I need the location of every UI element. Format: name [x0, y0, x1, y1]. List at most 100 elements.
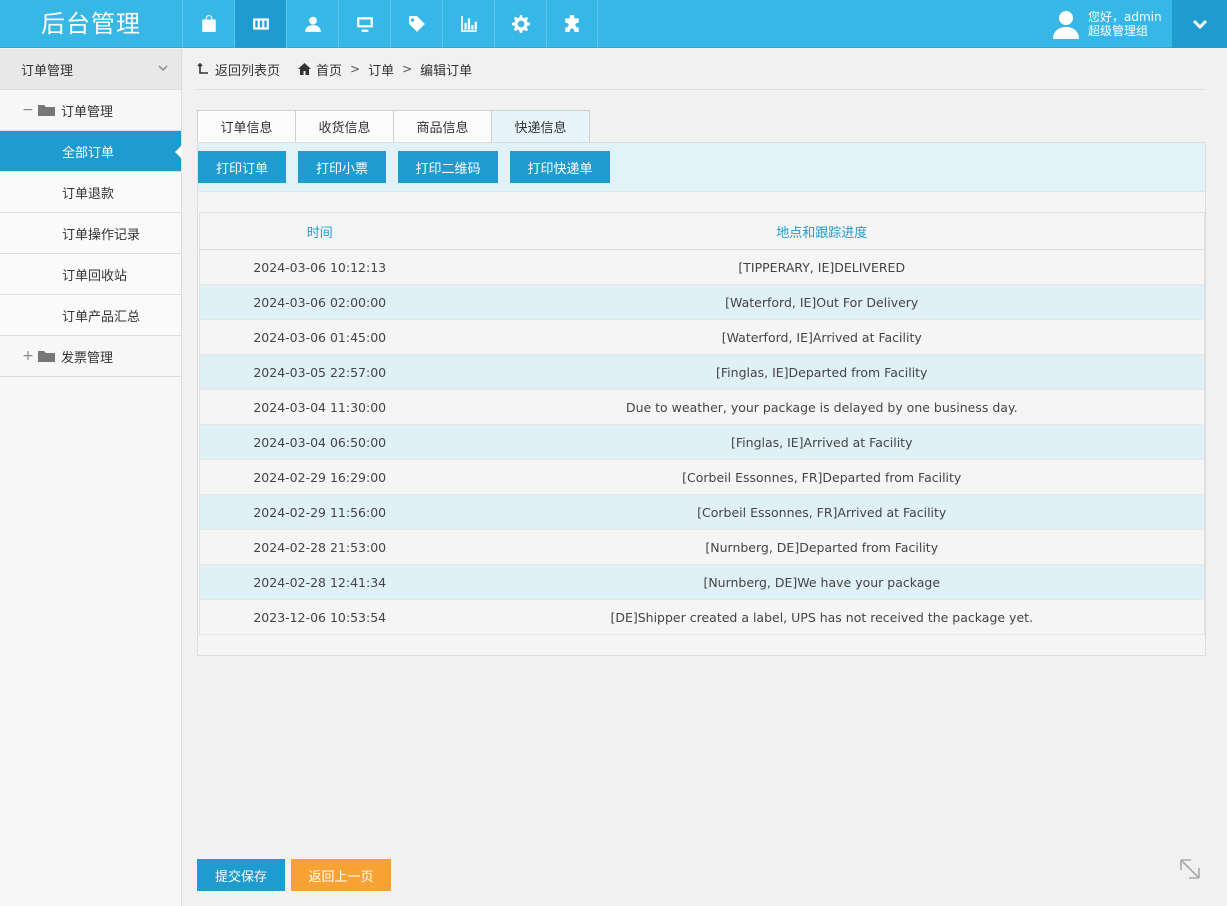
sidebar-group-label: 订单管理 [61, 104, 114, 120]
monitor-icon [356, 17, 373, 32]
nav-item-users[interactable] [286, 0, 338, 48]
top-bar: 后台管理 您好，admin 超级管理组 [0, 0, 1227, 48]
breadcrumb-orders[interactable]: 订单 [368, 60, 394, 79]
tracking-event-cell: [Waterford, IE]Out For Delivery [439, 284, 1205, 320]
user-greeting: 您好，admin [1088, 10, 1162, 24]
nav-item-stats[interactable] [442, 0, 494, 48]
table-row: 2023-12-06 10:53:54 [DE]Shipper created a… [199, 599, 1205, 635]
sidebar-item-recycle-bin[interactable]: 订单回收站 [0, 254, 181, 295]
tracking-event-cell: [Corbeil Essonnes, FR]Departed from Faci… [439, 459, 1205, 495]
folder-icon [38, 104, 55, 116]
table-row: 2024-03-06 10:12:13 [TIPPERARY, IE]DELIVE… [199, 249, 1205, 285]
tracking-time-cell: 2024-03-06 10:12:13 [199, 249, 440, 285]
sidebar-item-all-orders[interactable]: 全部订单 [0, 131, 182, 172]
user-icon [304, 16, 321, 32]
tracking-time-cell: 2024-02-29 16:29:00 [199, 459, 440, 495]
collapse-icon: − [22, 102, 34, 118]
print-express-button[interactable]: 打印快递单 [510, 151, 610, 183]
tracking-event-cell: [Nurnberg, DE]Departed from Facility [439, 529, 1205, 565]
breadcrumb-home[interactable]: 首页 [298, 60, 342, 79]
table-row: 2024-03-04 11:30:00 Due to weather, your … [199, 389, 1205, 425]
footer-actions: 提交保存 返回上一页 [197, 859, 391, 891]
tracking-event-cell: [DE]Shipper created a label, UPS has not… [439, 599, 1205, 635]
nav-item-orders[interactable] [234, 0, 286, 48]
nav-item-tags[interactable] [390, 0, 442, 48]
bar-chart-icon [460, 16, 477, 32]
tracking-time-cell: 2023-12-06 10:53:54 [199, 599, 440, 635]
tab-bar: 订单信息 收货信息 商品信息 快递信息 [197, 110, 590, 142]
tab-shipping-info[interactable]: 收货信息 [295, 110, 394, 142]
breadcrumb: 返回列表页 首页 > 订单 > 编辑订单 [197, 49, 1205, 90]
nav-item-plugins[interactable] [546, 0, 598, 48]
tracking-event-cell: Due to weather, your package is delayed … [439, 389, 1205, 425]
table-header-row: 时间 地点和跟踪进度 [199, 212, 1205, 250]
sidebar: 订单管理 − 订单管理 全部订单 订单退款 订单操作记录 订单回收站 订单产品汇… [0, 49, 182, 906]
sidebar-header[interactable]: 订单管理 [0, 49, 181, 90]
sidebar-group-orders[interactable]: − 订单管理 [0, 90, 181, 131]
table-row: 2024-03-04 06:50:00 [Finglas, IE]Arrived … [199, 424, 1205, 460]
tab-order-info[interactable]: 订单信息 [197, 110, 296, 142]
user-role: 超级管理组 [1088, 24, 1149, 38]
table-row: 2024-03-05 22:57:00 [Finglas, IE]Departed… [199, 354, 1205, 390]
resize-icon[interactable] [1178, 857, 1202, 881]
back-to-list-link[interactable]: 返回列表页 [197, 60, 280, 79]
nav-item-shop[interactable] [182, 0, 234, 48]
column-header-location: 地点和跟踪进度 [439, 212, 1205, 250]
chevron-right-icon: > [402, 62, 413, 76]
chevron-down-icon [157, 62, 169, 74]
tracking-event-cell: [Finglas, IE]Arrived at Facility [439, 424, 1205, 460]
tracking-time-cell: 2024-02-28 21:53:00 [199, 529, 440, 565]
tab-product-info[interactable]: 商品信息 [393, 110, 492, 142]
tracking-time-cell: 2024-03-04 11:30:00 [199, 389, 440, 425]
tracking-time-cell: 2024-03-06 01:45:00 [199, 319, 440, 355]
tracking-event-cell: [Waterford, IE]Arrived at Facility [439, 319, 1205, 355]
print-receipt-button[interactable]: 打印小票 [298, 151, 386, 183]
table-row: 2024-02-29 16:29:00 [Corbeil Essonnes, FR… [199, 459, 1205, 495]
tracking-table: 时间 地点和跟踪进度 2024-03-06 10:12:13 [TIPPERARY… [199, 212, 1205, 635]
top-nav [182, 0, 598, 48]
gear-icon [511, 15, 530, 33]
tracking-event-cell: [Nurnberg, DE]We have your package [439, 564, 1205, 600]
tracking-event-cell: [Corbeil Essonnes, FR]Arrived at Facilit… [439, 494, 1205, 530]
sidebar-item-product-summary[interactable]: 订单产品汇总 [0, 295, 181, 336]
express-panel: 打印订单 打印小票 打印二维码 打印快递单 时间 地点和跟踪进度 2024-03… [197, 142, 1206, 656]
tracking-event-cell: [Finglas, IE]Departed from Facility [439, 354, 1205, 390]
column-header-time: 时间 [199, 212, 440, 250]
tag-icon [408, 16, 425, 32]
table-row: 2024-02-29 11:56:00 [Corbeil Essonnes, FR… [199, 494, 1205, 530]
chevron-down-icon [1192, 19, 1207, 30]
nav-item-display[interactable] [338, 0, 390, 48]
tracking-time-cell: 2024-03-05 22:57:00 [199, 354, 440, 390]
tracking-time-cell: 2024-02-28 12:41:34 [199, 564, 440, 600]
return-arrow-icon [197, 63, 208, 74]
puzzle-icon [565, 15, 579, 32]
tracking-time-cell: 2024-02-29 11:56:00 [199, 494, 440, 530]
sidebar-item-operation-log[interactable]: 订单操作记录 [0, 213, 181, 254]
print-qrcode-button[interactable]: 打印二维码 [398, 151, 498, 183]
avatar [1050, 8, 1082, 40]
table-row: 2024-02-28 12:41:34 [Nurnberg, DE]We have… [199, 564, 1205, 600]
print-order-button[interactable]: 打印订单 [198, 151, 286, 183]
home-icon [298, 63, 312, 75]
tracking-time-cell: 2024-03-04 06:50:00 [199, 424, 440, 460]
print-toolbar: 打印订单 打印小票 打印二维码 打印快递单 [198, 143, 1205, 192]
folder-icon [38, 350, 55, 362]
main-content: 返回列表页 首页 > 订单 > 编辑订单 订单信息 收货信息 商品信息 快递信息… [183, 49, 1227, 906]
bag-icon [201, 15, 216, 32]
sidebar-header-label: 订单管理 [21, 63, 74, 79]
user-info: 您好，admin 超级管理组 [1050, 0, 1170, 48]
go-back-button[interactable]: 返回上一页 [291, 859, 391, 891]
sidebar-group-invoices[interactable]: + 发票管理 [0, 336, 181, 377]
user-menu-toggle[interactable] [1172, 0, 1227, 48]
chevron-right-icon: > [350, 62, 361, 76]
table-row: 2024-03-06 02:00:00 [Waterford, IE]Out Fo… [199, 284, 1205, 320]
breadcrumb-edit-order: 编辑订单 [420, 63, 473, 79]
sidebar-item-refunds[interactable]: 订单退款 [0, 172, 181, 213]
nav-item-settings[interactable] [494, 0, 546, 48]
tab-express-info[interactable]: 快递信息 [491, 110, 590, 142]
submit-save-button[interactable]: 提交保存 [197, 859, 285, 891]
brand-title: 后台管理 [41, 10, 141, 38]
sidebar-group-label: 发票管理 [61, 350, 114, 366]
table-row: 2024-02-28 21:53:00 [Nurnberg, DE]Departe… [199, 529, 1205, 565]
expand-icon: + [22, 348, 34, 364]
